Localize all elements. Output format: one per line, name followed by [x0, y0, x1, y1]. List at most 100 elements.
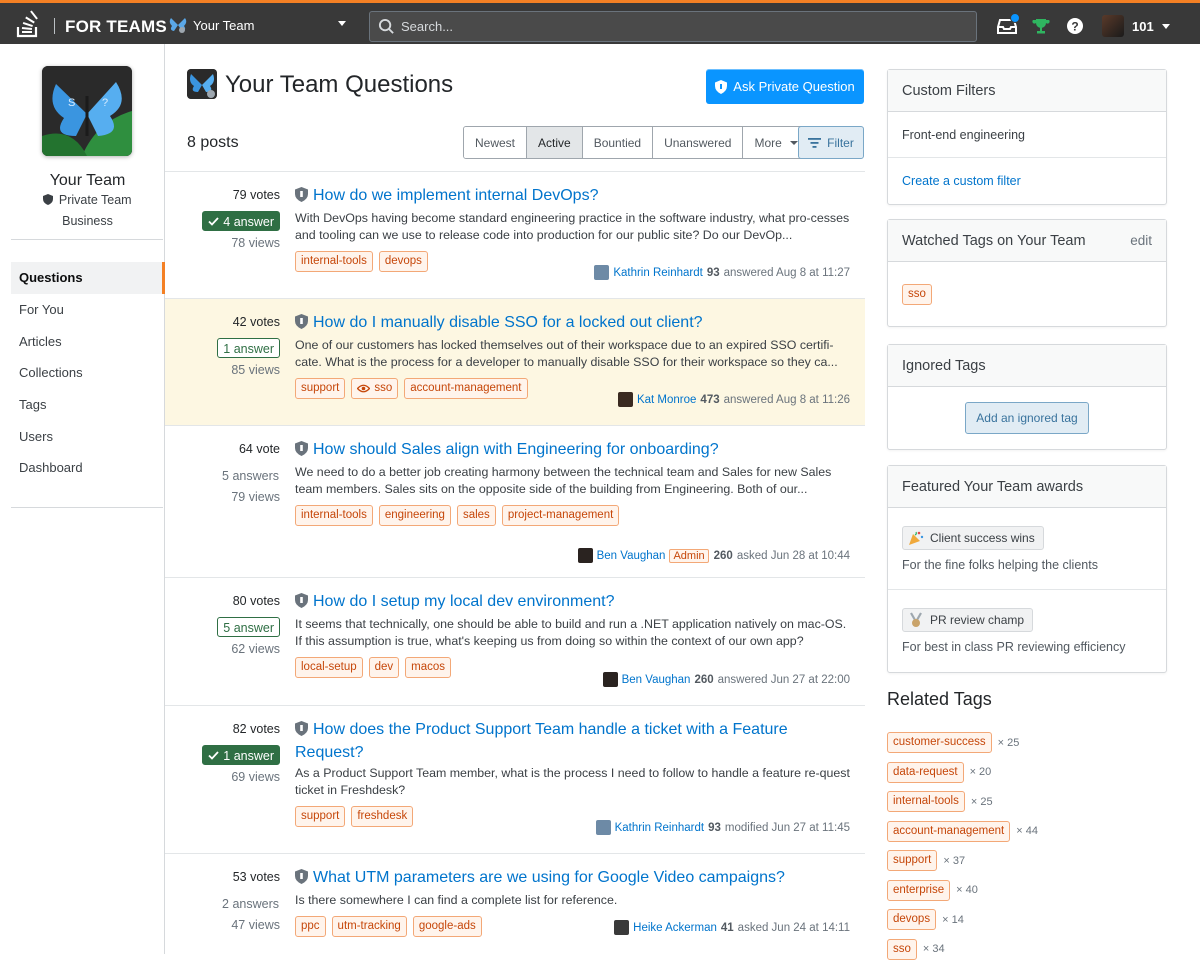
tag-utm-tracking[interactable]: utm-tracking: [332, 916, 407, 937]
sidebar-item-tags[interactable]: Tags: [11, 389, 165, 421]
award-badge[interactable]: PR review champ: [902, 608, 1033, 632]
related-tag-row: account-management× 44: [887, 817, 1038, 847]
tag-sales[interactable]: sales: [457, 505, 496, 526]
question-row: 82 votes 1 answer 69 views How does the …: [165, 705, 865, 853]
award-item[interactable]: PR review champ For best in class PR rev…: [888, 590, 1166, 672]
tag-account-management[interactable]: account-management: [887, 821, 1010, 842]
team-avatar[interactable]: S ?: [42, 66, 132, 156]
sidebar-item-users[interactable]: Users: [11, 420, 165, 452]
team-switcher[interactable]: Your Team: [168, 12, 358, 38]
sidebar-item-dashboard[interactable]: Dashboard: [11, 452, 165, 484]
question-activity[interactable]: answered Aug 8 at 11:27: [724, 267, 850, 279]
sort-newest-button[interactable]: Newest: [464, 127, 527, 158]
sidebar-item-collections[interactable]: Collections: [11, 357, 165, 389]
question-title-link[interactable]: How do we implement internal DevOps?: [295, 185, 850, 208]
question-title-link[interactable]: How do I setup my local dev environment?: [295, 591, 850, 614]
question-activity[interactable]: answered Jun 27 at 22:00: [718, 674, 850, 686]
tag-engineering[interactable]: engineering: [379, 505, 451, 526]
tag-freshdesk[interactable]: freshdesk: [351, 806, 413, 827]
tag-dev[interactable]: dev: [369, 657, 400, 678]
user-reputation[interactable]: 101: [1132, 19, 1154, 34]
inbox-button[interactable]: [990, 11, 1024, 41]
user-name-link[interactable]: Ben Vaughan: [597, 550, 666, 562]
tag-sso[interactable]: sso: [351, 378, 398, 399]
tag-support[interactable]: support: [295, 806, 345, 827]
filter-button[interactable]: Filter: [798, 126, 864, 159]
sort-bountied-button[interactable]: Bountied: [583, 127, 653, 158]
tag-internal-tools[interactable]: internal-tools: [295, 251, 373, 272]
question-activity[interactable]: asked Jun 24 at 14:11: [738, 922, 850, 934]
user-avatar[interactable]: [578, 548, 593, 563]
question-title-link[interactable]: How does the Product Support Team handle…: [295, 719, 850, 763]
help-button[interactable]: ?: [1058, 11, 1092, 41]
answer-count-label: 4 answer: [223, 215, 274, 229]
private-shield-icon: [295, 441, 308, 456]
tag-internal-tools[interactable]: internal-tools: [295, 505, 373, 526]
tag-devops[interactable]: devops: [887, 909, 936, 930]
user-avatar[interactable]: [1102, 15, 1124, 37]
sidebar-item-articles[interactable]: Articles: [11, 325, 165, 357]
brand-label[interactable]: FOR TEAMS: [65, 17, 167, 37]
user-name-link[interactable]: Kathrin Reinhardt: [615, 822, 705, 834]
tag-project-management[interactable]: project-management: [502, 505, 619, 526]
tag-ppc[interactable]: ppc: [295, 916, 326, 937]
ask-private-question-button[interactable]: Ask Private Question: [706, 69, 864, 104]
add-ignored-tag-button[interactable]: Add an ignored tag: [965, 402, 1088, 434]
party-popper-icon: [908, 530, 924, 546]
tag-enterprise[interactable]: enterprise: [887, 880, 950, 901]
question-activity[interactable]: answered Aug 8 at 11:26: [724, 394, 850, 406]
user-avatar[interactable]: [618, 392, 633, 407]
user-avatar[interactable]: [596, 820, 611, 835]
answer-count: 5 answer: [217, 617, 280, 637]
tag-google-ads[interactable]: google-ads: [413, 916, 482, 937]
tag-local-setup[interactable]: local-setup: [295, 657, 363, 678]
watched-tags-list: sso: [888, 262, 1166, 326]
chevron-down-icon[interactable]: [1162, 24, 1170, 29]
question-title: How should Sales align with Engineering …: [313, 441, 719, 458]
team-privacy: Private Team: [0, 193, 175, 207]
award-badge[interactable]: Client success wins: [902, 526, 1044, 550]
sort-active-button[interactable]: Active: [527, 127, 583, 158]
tag-devops[interactable]: devops: [379, 251, 428, 272]
watched-tags-panel: Watched Tags on Your Team edit sso: [887, 219, 1167, 327]
tag-data-request[interactable]: data-request: [887, 762, 964, 783]
tag-support[interactable]: support: [295, 378, 345, 399]
user-name-link[interactable]: Kathrin Reinhardt: [613, 267, 703, 279]
user-avatar[interactable]: [594, 265, 609, 280]
tag-sso[interactable]: sso: [902, 284, 932, 305]
answer-count-label: 2 answers: [222, 897, 279, 911]
achievements-button[interactable]: [1024, 11, 1058, 41]
question-summary: How do we implement internal DevOps? Wit…: [295, 185, 850, 272]
user-avatar[interactable]: [603, 672, 618, 687]
sidebar-item-for-you[interactable]: For You: [11, 294, 165, 326]
stackoverflow-logo-icon[interactable]: [16, 10, 42, 38]
user-name-link[interactable]: Ben Vaughan: [622, 674, 691, 686]
search-bar[interactable]: [369, 11, 977, 42]
user-avatar[interactable]: [614, 920, 629, 935]
question-title-link[interactable]: How do I manually disable SSO for a lock…: [295, 312, 850, 335]
award-item[interactable]: Client success wins For the fine folks h…: [888, 508, 1166, 590]
tag-support[interactable]: support: [887, 850, 937, 871]
search-input[interactable]: [401, 19, 961, 34]
question-stats: 79 votes 4 answer 78 views: [185, 188, 280, 250]
related-tags-title: Related Tags: [887, 689, 992, 710]
create-custom-filter-link[interactable]: Create a custom filter: [902, 174, 1021, 188]
custom-filter-item[interactable]: Front-end engineering: [888, 112, 1166, 158]
user-name-link[interactable]: Kat Monroe: [637, 394, 696, 406]
tag-label: sso: [374, 379, 392, 398]
tag-account-management[interactable]: account-management: [404, 378, 527, 399]
tag-internal-tools[interactable]: internal-tools: [887, 791, 965, 812]
question-title-link[interactable]: What UTM parameters are we using for Goo…: [295, 867, 850, 890]
user-name-link[interactable]: Heike Ackerman: [633, 922, 717, 934]
edit-watched-tags-link[interactable]: edit: [1130, 233, 1152, 248]
question-activity[interactable]: asked Jun 28 at 10:44: [737, 550, 850, 562]
private-shield-icon: [295, 593, 308, 608]
tag-customer-success[interactable]: customer-success: [887, 732, 992, 753]
tag-sso[interactable]: sso: [887, 939, 917, 960]
question-activity[interactable]: modified Jun 27 at 11:45: [725, 822, 850, 834]
question-title-link[interactable]: How should Sales align with Engineering …: [295, 439, 850, 462]
question-row: 80 votes 5 answer 62 views How do I setu…: [165, 577, 865, 705]
sidebar-item-questions[interactable]: Questions: [11, 262, 165, 294]
tag-macos[interactable]: macos: [405, 657, 451, 678]
sort-unanswered-button[interactable]: Unanswered: [653, 127, 743, 158]
